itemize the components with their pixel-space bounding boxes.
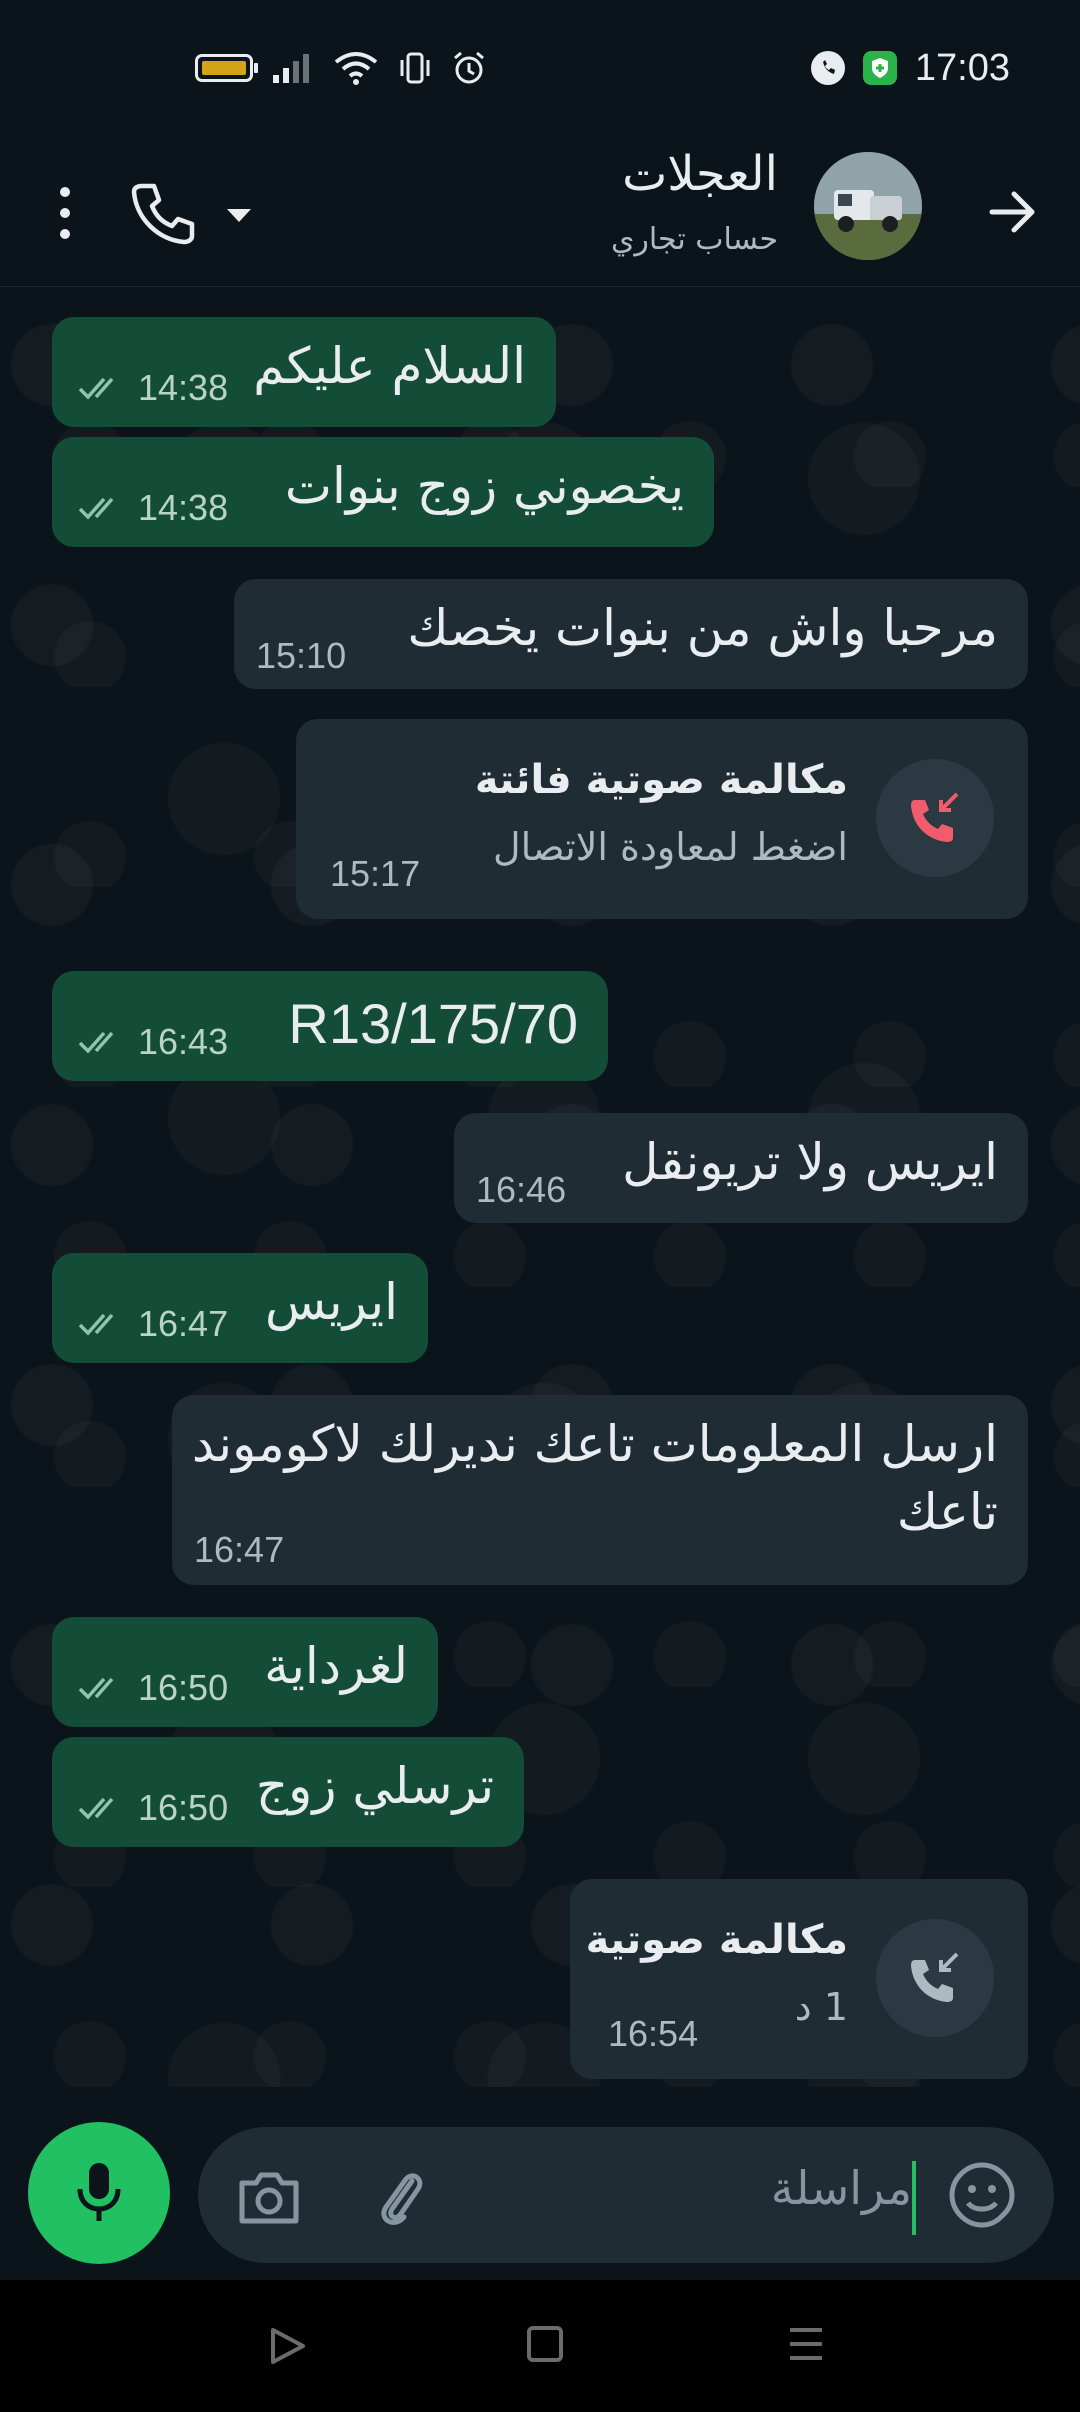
call-subtitle: اضغط لمعاودة الاتصال bbox=[493, 825, 848, 869]
message-outgoing[interactable]: 175/70/R13 16:43 bbox=[52, 971, 608, 1081]
message-time: 16:47 bbox=[138, 1303, 229, 1344]
call-title: مكالمة صوتية bbox=[585, 1917, 848, 1963]
dropdown-arrow-icon[interactable] bbox=[222, 200, 256, 230]
text-caret bbox=[912, 2161, 916, 2235]
incoming-call-icon[interactable] bbox=[876, 1919, 994, 2037]
call-duration: 1 د bbox=[794, 1985, 848, 2029]
camera-icon[interactable] bbox=[234, 2163, 304, 2233]
phone-icon[interactable] bbox=[128, 178, 198, 248]
message-list[interactable]: السلام عليكم 14:38 يخصوني زوج بنوات 14:3… bbox=[0, 287, 1080, 2087]
message-text-line2: تاعك bbox=[896, 1483, 998, 1541]
message-text-line1: ارسل المعلومات تاعك نديرلك لاكوموند bbox=[191, 1415, 998, 1473]
read-receipt-icon bbox=[78, 497, 114, 520]
composer-bar: مراسلة bbox=[0, 2087, 1080, 2280]
message-text: 175/70/R13 bbox=[288, 992, 578, 1055]
message-text: يخصوني زوج بنوات bbox=[284, 457, 684, 515]
message-text: السلام عليكم bbox=[253, 337, 526, 395]
read-receipt-icon bbox=[78, 377, 114, 400]
message-outgoing[interactable]: لغرداية 16:50 bbox=[52, 1617, 438, 1727]
status-time: 17:03 bbox=[914, 46, 1010, 89]
read-receipt-icon bbox=[78, 1797, 114, 1820]
message-time: 14:38 bbox=[138, 487, 229, 528]
nav-recents-icon[interactable] bbox=[786, 2324, 826, 2364]
vibrate-icon bbox=[400, 52, 430, 84]
message-time: 16:50 bbox=[138, 1787, 229, 1828]
wifi-icon bbox=[334, 52, 378, 85]
message-time: 16:43 bbox=[138, 1021, 229, 1062]
app-notification-icon bbox=[810, 51, 845, 85]
signal-icon bbox=[273, 54, 309, 83]
message-outgoing[interactable]: السلام عليكم 14:38 bbox=[52, 317, 556, 427]
message-incoming[interactable]: ايريس ولا تريونقل 16:46 bbox=[454, 1113, 1028, 1223]
message-outgoing[interactable]: يخصوني زوج بنوات 14:38 bbox=[52, 437, 714, 547]
mic-icon bbox=[77, 2163, 121, 2221]
message-text: ايريس bbox=[264, 1273, 398, 1331]
back-arrow-icon[interactable] bbox=[980, 180, 1044, 244]
voice-call-card[interactable]: مكالمة صوتية 1 د 16:54 bbox=[570, 1879, 1028, 2079]
contact-subtitle[interactable]: حساب تجاري bbox=[611, 222, 778, 257]
mic-button[interactable] bbox=[28, 2122, 170, 2264]
message-outgoing[interactable]: ترسلي زوج 16:50 bbox=[52, 1737, 524, 1847]
battery-icon bbox=[195, 54, 258, 82]
message-text: مرحبا واش من بنوات يخصك bbox=[407, 599, 998, 657]
message-time: 16:47 bbox=[194, 1529, 285, 1570]
message-time: 14:38 bbox=[138, 367, 229, 408]
avatar[interactable] bbox=[814, 152, 922, 260]
nav-back-icon[interactable] bbox=[265, 2324, 309, 2368]
nav-home-icon[interactable] bbox=[527, 2326, 563, 2362]
missed-call-icon[interactable] bbox=[876, 759, 994, 877]
call-title: مكالمة صوتية فائتة bbox=[474, 757, 848, 803]
input-placeholder: مراسلة bbox=[770, 2161, 912, 2215]
more-vert-icon[interactable] bbox=[50, 178, 80, 248]
status-right-icons: 17:03 bbox=[810, 42, 1010, 94]
message-input[interactable]: مراسلة bbox=[198, 2127, 1054, 2263]
sticker-icon[interactable] bbox=[946, 2159, 1018, 2231]
message-outgoing[interactable]: ايريس 16:47 bbox=[52, 1253, 428, 1363]
message-text: ترسلي زوج bbox=[255, 1757, 494, 1815]
message-text: لغرداية bbox=[264, 1637, 408, 1695]
message-incoming[interactable]: مرحبا واش من بنوات يخصك 15:10 bbox=[234, 579, 1028, 689]
message-time: 16:46 bbox=[476, 1169, 567, 1210]
message-time: 15:10 bbox=[256, 635, 347, 676]
message-text: ايريس ولا تريونقل bbox=[622, 1133, 998, 1191]
shield-icon bbox=[862, 51, 897, 85]
chat-header: العجلات حساب تجاري bbox=[0, 138, 1080, 287]
message-time: 15:17 bbox=[330, 853, 421, 894]
missed-call-card[interactable]: مكالمة صوتية فائتة اضغط لمعاودة الاتصال … bbox=[296, 719, 1028, 919]
message-time: 16:54 bbox=[608, 2013, 699, 2054]
attach-icon[interactable] bbox=[366, 2163, 436, 2233]
message-time: 16:50 bbox=[138, 1667, 229, 1708]
read-receipt-icon bbox=[78, 1677, 114, 1700]
system-nav-bar bbox=[0, 2280, 1080, 2412]
read-receipt-icon bbox=[78, 1313, 114, 1336]
status-left-icons bbox=[195, 48, 487, 88]
alarm-icon bbox=[454, 51, 484, 84]
contact-name[interactable]: العجلات bbox=[622, 146, 778, 202]
status-bar: 17:03 bbox=[0, 0, 1080, 138]
message-incoming[interactable]: ارسل المعلومات تاعك نديرلك لاكوموند تاعك… bbox=[172, 1395, 1028, 1585]
read-receipt-icon bbox=[78, 1031, 114, 1054]
